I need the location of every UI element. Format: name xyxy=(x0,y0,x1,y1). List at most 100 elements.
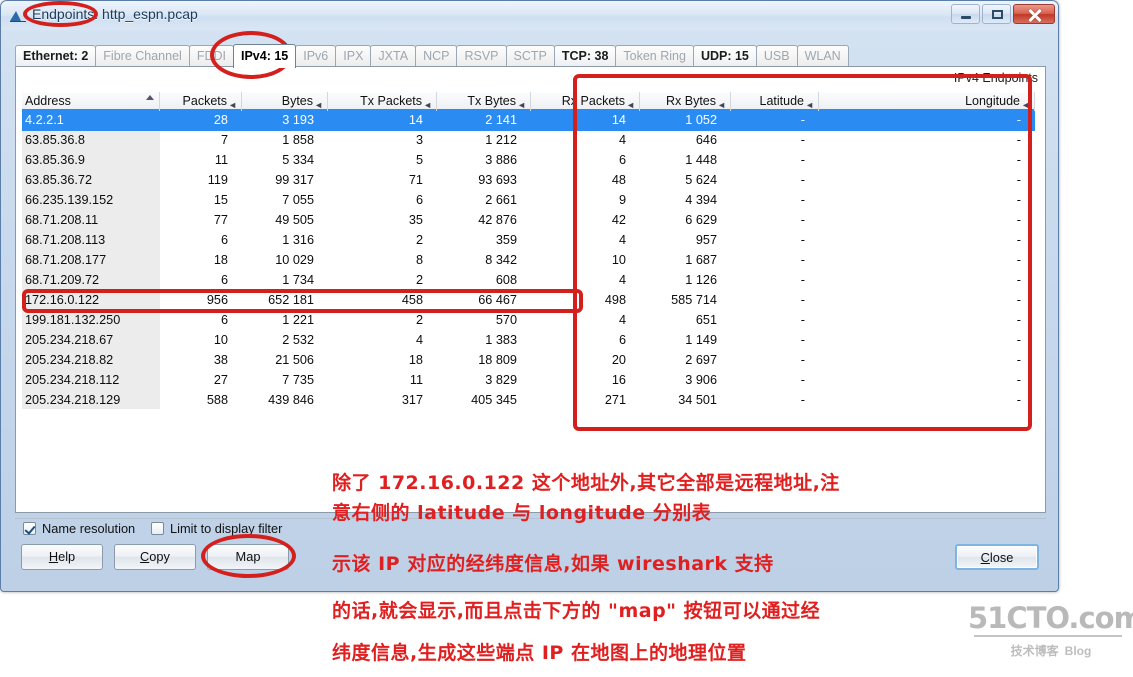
cell-latitude: - xyxy=(800,193,805,207)
cell-rx-packets: 6 xyxy=(618,153,626,167)
cell-latitude: - xyxy=(800,273,805,287)
tab-sctp[interactable]: SCTP xyxy=(505,45,555,67)
cell-packets: 588 xyxy=(206,393,228,407)
cell-address: 205.234.218.67 xyxy=(25,333,114,347)
endpoints-table: Address Packets ◄ Bytes ◄ Tx Packets ◄ Tx Bytes… xyxy=(22,92,1035,409)
table-row[interactable]: 66.235.139.152 15 7 055 6 2 661 9 4 394 - - xyxy=(22,191,1035,211)
cell-rx-bytes: 651 xyxy=(695,313,717,327)
table-row[interactable]: 4.2.2.1 28 3 193 14 2 141 14 1 052 - - xyxy=(22,111,1035,131)
table-row[interactable]: 63.85.36.72 119 99 317 71 93 693 48 5 624 - - xyxy=(22,171,1035,191)
cell-address: 205.234.218.82 xyxy=(25,353,114,367)
table-row[interactable]: 205.234.218.82 38 21 506 18 18 809 20 2 697 - - xyxy=(22,351,1035,371)
cell-rx-packets: 4 xyxy=(618,313,626,327)
table-row[interactable]: 205.234.218.112 27 7 735 11 3 829 16 3 906 - - xyxy=(22,371,1035,391)
tab-rsvp[interactable]: RSVP xyxy=(456,45,507,67)
tab-ethernet-2[interactable]: Ethernet: 2 xyxy=(15,45,97,67)
table-row[interactable]: 68.71.209.72 6 1 734 2 608 4 1 126 - - xyxy=(22,271,1035,291)
cell-latitude: - xyxy=(800,213,805,227)
close-dialog-button[interactable]: Close xyxy=(955,544,1039,570)
table-row[interactable]: 172.16.0.122 956 652 181 458 66 467 498 585 71… xyxy=(22,291,1035,311)
help-button[interactable]: Help xyxy=(21,544,103,570)
cell-bytes: 7 735 xyxy=(282,373,314,387)
cell-bytes: 1 316 xyxy=(282,233,314,247)
tab-udp-15[interactable]: UDP: 15 xyxy=(692,45,757,67)
tab-ipv6[interactable]: IPv6 xyxy=(295,45,337,67)
tab-ipx[interactable]: IPX xyxy=(335,45,372,67)
table-row[interactable]: 68.71.208.177 18 10 029 8 8 342 10 1 687 - - xyxy=(22,251,1035,271)
close-window-button[interactable] xyxy=(1013,4,1055,24)
map-button-label: Map xyxy=(235,549,261,564)
tab-jxta[interactable]: JXTA xyxy=(370,45,417,67)
cell-rx-packets: 20 xyxy=(611,353,626,367)
cell-bytes: 7 055 xyxy=(282,193,314,207)
cell-address: 63.85.36.8 xyxy=(25,133,85,147)
column-resize-icon: ◄ xyxy=(717,100,726,110)
cell-tx-packets: 14 xyxy=(408,113,423,127)
cell-rx-packets: 4 xyxy=(618,273,626,287)
annotation-line: 除了 172.16.0.122 这个地址外,其它全部是远程地址,注 xyxy=(332,472,840,494)
tab-label: RSVP xyxy=(464,49,499,63)
maximize-button[interactable] xyxy=(982,4,1011,24)
close-button-label-rest: lose xyxy=(989,550,1014,565)
tab-token-ring[interactable]: Token Ring xyxy=(615,45,694,67)
column-header-tx-packets[interactable]: Tx Packets ◄ xyxy=(328,92,437,111)
table-row[interactable]: 63.85.36.9 11 5 334 5 3 886 6 1 448 - - xyxy=(22,151,1035,171)
tab-usb[interactable]: USB xyxy=(755,45,798,67)
title-bar: Endpoints: http_espn.pcap xyxy=(1,1,1058,30)
column-header-packets[interactable]: Packets ◄ xyxy=(160,92,242,111)
cell-address: 66.235.139.152 xyxy=(25,193,114,207)
cell-tx-bytes: 66 467 xyxy=(478,293,517,307)
tab-fddi[interactable]: FDDI xyxy=(188,45,234,67)
tab-label: TCP: 38 xyxy=(561,49,609,63)
minimize-button[interactable] xyxy=(951,4,980,24)
column-header-rx-packets[interactable]: Rx Packets ◄ xyxy=(531,92,640,111)
tab-ipv4-15[interactable]: IPv4: 15 xyxy=(232,44,297,68)
column-resize-icon: ◄ xyxy=(423,100,432,110)
cell-bytes: 439 846 xyxy=(268,393,314,407)
table-row[interactable]: 63.85.36.8 7 1 858 3 1 212 4 646 - - xyxy=(22,131,1035,151)
column-header-longitude[interactable]: Longitude ◄ xyxy=(819,92,1035,111)
copy-button[interactable]: Copy xyxy=(114,544,196,570)
table-row[interactable]: 205.234.218.129 588 439 846 317 405 345 271 34… xyxy=(22,391,1035,411)
column-header-address[interactable]: Address xyxy=(22,92,160,111)
cell-longitude: - xyxy=(1016,133,1021,147)
cell-address: 68.71.208.11 xyxy=(25,213,99,227)
cell-rx-packets: 498 xyxy=(604,293,626,307)
cell-latitude: - xyxy=(800,153,805,167)
tab-fibre-channel[interactable]: Fibre Channel xyxy=(95,45,190,67)
tab-wlan[interactable]: WLAN xyxy=(796,45,849,67)
cell-tx-bytes: 1 212 xyxy=(485,133,517,147)
cell-latitude: - xyxy=(800,353,805,367)
cell-tx-packets: 4 xyxy=(415,333,423,347)
limit-to-display-filter-checkbox[interactable]: Limit to display filter xyxy=(151,521,282,536)
cell-rx-bytes: 957 xyxy=(695,233,717,247)
cell-packets: 18 xyxy=(213,253,228,267)
column-header-rx-bytes[interactable]: Rx Bytes ◄ xyxy=(640,92,731,111)
cell-address: 205.234.218.129 xyxy=(25,393,121,407)
watermark-suffix: Blog xyxy=(1064,644,1092,658)
tab-tcp-38[interactable]: TCP: 38 xyxy=(553,45,617,67)
column-header-tx-bytes[interactable]: Tx Bytes ◄ xyxy=(437,92,531,111)
tab-ncp[interactable]: NCP xyxy=(415,45,458,67)
cell-packets: 38 xyxy=(213,353,228,367)
table-row[interactable]: 68.71.208.113 6 1 316 2 359 4 957 - - xyxy=(22,231,1035,251)
table-header-row: Address Packets ◄ Bytes ◄ Tx Packets ◄ Tx Bytes… xyxy=(22,92,1035,111)
map-button[interactable]: Map xyxy=(207,544,289,570)
watermark-bottom-main: 技术博客 xyxy=(1010,644,1059,658)
limit-to-display-filter-label: Limit to display filter xyxy=(170,521,283,536)
cell-tx-bytes: 42 876 xyxy=(478,213,517,227)
cell-bytes: 1 221 xyxy=(282,313,314,327)
table-row[interactable]: 199.181.132.250 6 1 221 2 570 4 651 - - xyxy=(22,311,1035,331)
cell-tx-packets: 71 xyxy=(408,173,423,187)
cell-address: 68.71.208.113 xyxy=(25,233,106,247)
cell-packets: 7 xyxy=(220,133,228,147)
cell-rx-bytes: 646 xyxy=(695,133,717,147)
column-header-latitude[interactable]: Latitude ◄ xyxy=(731,92,819,111)
table-body[interactable]: 4.2.2.1 28 3 193 14 2 141 14 1 052- - 63.85.36.8… xyxy=(22,111,1035,409)
cell-latitude: - xyxy=(800,133,805,147)
cell-longitude: - xyxy=(1016,213,1021,227)
column-header-bytes[interactable]: Bytes ◄ xyxy=(242,92,328,111)
name-resolution-checkbox[interactable]: Name resolution xyxy=(23,521,135,536)
table-row[interactable]: 205.234.218.67 10 2 532 4 1 383 6 1 149 - - xyxy=(22,331,1035,351)
table-row[interactable]: 68.71.208.11 77 49 505 35 42 876 42 6 629 - - xyxy=(22,211,1035,231)
